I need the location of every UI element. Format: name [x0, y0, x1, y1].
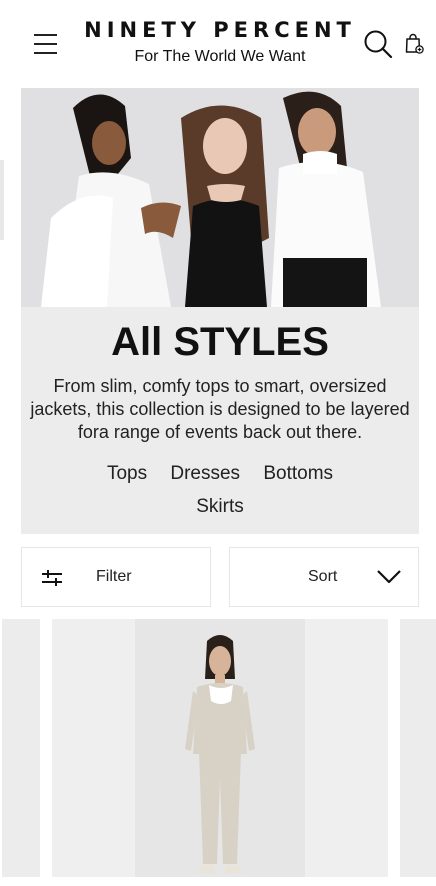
sliders-icon: [42, 570, 62, 586]
category-links-row-2: Skirts: [21, 496, 419, 518]
collection-description: From slim, comfy tops to smart, oversize…: [30, 376, 410, 442]
scroll-edge-indicator: [0, 160, 4, 240]
site-header: NINETY PERCENT For The World We Want: [0, 0, 436, 88]
hamburger-menu-icon: [34, 34, 57, 36]
search-icon: [364, 30, 393, 59]
category-link-dresses[interactable]: Dresses: [170, 463, 240, 485]
product-card-next[interactable]: [400, 619, 436, 877]
hero-image: [21, 88, 419, 307]
brand-logo[interactable]: NINETY PERCENT For The World We Want: [80, 16, 360, 67]
product-card[interactable]: [52, 619, 388, 877]
filter-button[interactable]: Filter: [21, 547, 211, 607]
cart-button[interactable]: [403, 33, 425, 55]
sort-dropdown[interactable]: Sort: [229, 547, 419, 607]
collection-title: All STYLES: [111, 320, 329, 364]
brand-tagline: For The World We Want: [134, 48, 306, 65]
category-links: Tops Dresses Bottoms: [21, 463, 419, 485]
brand-name: NINETY PERCENT: [84, 18, 356, 42]
category-link-skirts[interactable]: Skirts: [196, 496, 244, 518]
sort-label: Sort: [308, 568, 338, 585]
chevron-down-icon: [377, 570, 401, 584]
filter-label: Filter: [96, 568, 132, 585]
product-image: [135, 619, 305, 877]
collection-hero: All STYLES From slim, comfy tops to smar…: [21, 88, 419, 534]
category-link-bottoms[interactable]: Bottoms: [263, 463, 333, 485]
product-card-previous[interactable]: [2, 619, 40, 877]
shopping-bag-icon: [405, 33, 424, 54]
product-carousel[interactable]: [0, 619, 436, 877]
menu-button[interactable]: [34, 34, 58, 54]
category-link-tops[interactable]: Tops: [107, 463, 147, 485]
search-button[interactable]: [363, 29, 393, 59]
